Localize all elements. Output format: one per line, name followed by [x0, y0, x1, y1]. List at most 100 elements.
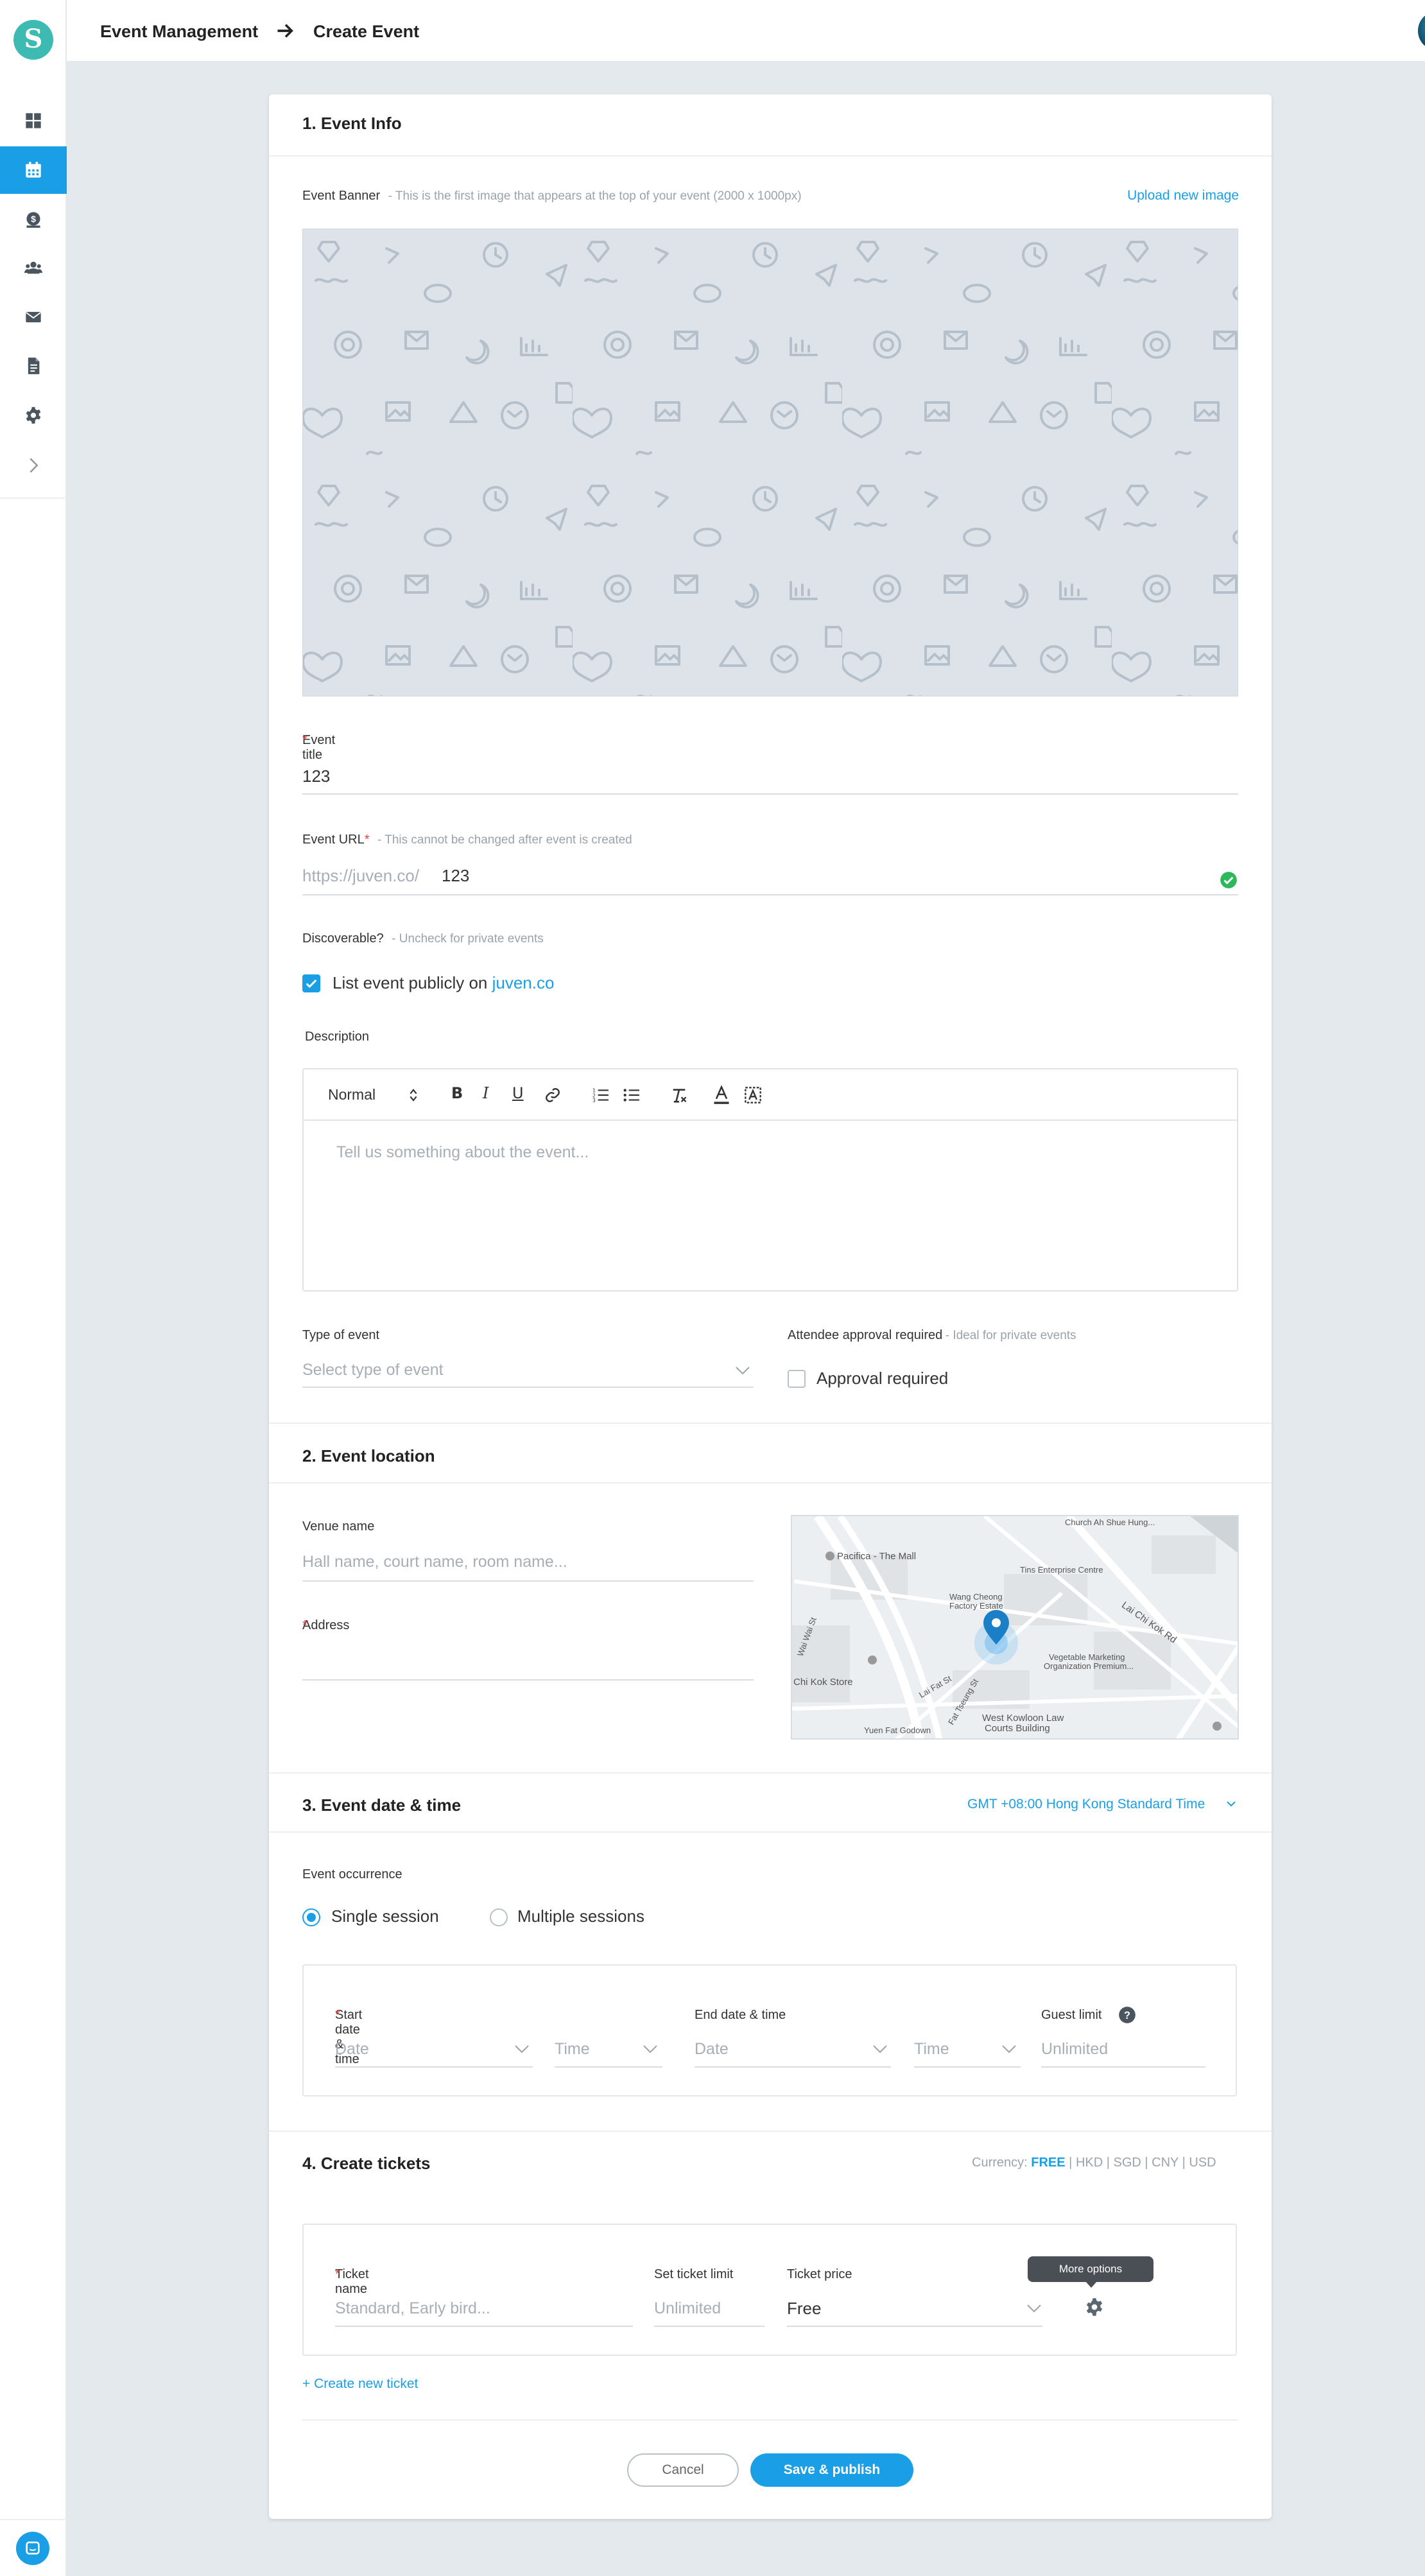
end-date-label: End date & time: [695, 2008, 786, 2022]
description-label: Description: [305, 1030, 370, 1044]
chat-button[interactable]: [16, 2532, 49, 2565]
chevron-right-icon: [30, 458, 39, 473]
start-date-input[interactable]: Date: [335, 2040, 369, 2059]
link-icon[interactable]: [544, 1087, 561, 1103]
ticket-box: Ticket name * Standard, Early bird... Set…: [302, 2224, 1237, 2356]
chevron-down-icon: [1227, 1801, 1236, 1807]
currency-separator: |: [1144, 2156, 1148, 2170]
mail-nav-item[interactable]: [0, 293, 67, 341]
map-label: Yuen Fat Godown: [864, 1725, 931, 1735]
clear-format-icon[interactable]: [670, 1087, 688, 1105]
banner-label: Event Banner: [302, 189, 381, 203]
guest-limit-label: Guest limit: [1041, 2008, 1102, 2022]
start-time-input[interactable]: Time: [555, 2040, 590, 2059]
approval-checkbox[interactable]: [788, 1370, 806, 1388]
avatar[interactable]: [1418, 11, 1425, 51]
bullet-list-icon[interactable]: [623, 1087, 641, 1103]
app-logo[interactable]: S: [13, 20, 53, 60]
format-select[interactable]: Normal: [328, 1086, 376, 1103]
ticket-limit-label: Set ticket limit: [654, 2267, 734, 2281]
description-editor[interactable]: Normal B I U 123 Tell us something about…: [302, 1068, 1238, 1292]
approval-checkbox-label: Approval required: [816, 1369, 949, 1388]
multiple-sessions-radio[interactable]: [490, 1908, 508, 1926]
event-banner-image[interactable]: [302, 229, 1238, 696]
divider: [269, 1772, 1272, 1774]
upload-new-image-link[interactable]: Upload new image: [1127, 188, 1239, 203]
chevron-down-icon: [1027, 2304, 1041, 2313]
svg-text:3: 3: [592, 1098, 596, 1103]
underline-button[interactable]: U: [512, 1084, 524, 1102]
editor-toolbar-divider: [304, 1119, 1237, 1121]
help-icon[interactable]: ?: [1118, 2006, 1136, 2024]
type-of-event-select[interactable]: Select type of event: [302, 1361, 444, 1379]
sidebar: S $: [0, 0, 67, 2576]
create-new-ticket-link[interactable]: + Create new ticket: [302, 2376, 418, 2392]
ticket-price-underline: [787, 2326, 1042, 2327]
payments-nav-item[interactable]: $: [0, 196, 67, 243]
chevron-down-icon: [736, 1367, 750, 1375]
bold-button[interactable]: B: [451, 1084, 463, 1102]
divider: [269, 2131, 1272, 2132]
settings-nav-item[interactable]: [0, 392, 67, 439]
section-title-datetime: 3. Event date & time: [302, 1795, 462, 1815]
currency-sgd[interactable]: SGD: [1114, 2156, 1141, 2170]
payments-icon: $: [26, 212, 40, 228]
single-session-radio[interactable]: [302, 1908, 320, 1926]
event-url-input[interactable]: 123: [442, 866, 469, 886]
ticket-limit-input[interactable]: Unlimited: [654, 2299, 721, 2318]
chevron-down-icon: [643, 2045, 657, 2053]
chat-icon: [26, 2541, 40, 2555]
address-underline: [302, 1679, 754, 1681]
section-title-location: 2. Event location: [302, 1446, 435, 1465]
currency-hkd[interactable]: HKD: [1076, 2156, 1103, 2170]
ordered-list-icon[interactable]: 123: [592, 1087, 610, 1103]
gear-icon[interactable]: [1085, 2297, 1104, 2317]
address-input[interactable]: [302, 1648, 754, 1676]
expand-sidebar-button[interactable]: [0, 442, 67, 489]
users-nav-item[interactable]: [0, 244, 67, 291]
radio-dot: [307, 1913, 316, 1922]
chevron-down-icon: [873, 2045, 887, 2053]
dashboard-nav-item[interactable]: [0, 97, 67, 144]
text-color-icon[interactable]: [712, 1085, 730, 1105]
italic-button[interactable]: I: [483, 1084, 488, 1102]
ticket-name-input[interactable]: Standard, Early bird...: [335, 2299, 490, 2318]
juven-link[interactable]: juven.co: [492, 973, 555, 992]
currency-usd[interactable]: USD: [1189, 2156, 1216, 2170]
approval-label-row: Attendee approval required - Ideal for p…: [788, 1328, 1076, 1343]
end-time-input[interactable]: Time: [914, 2040, 949, 2059]
svg-text:?: ?: [1124, 2010, 1130, 2021]
create-event-card: 1. Event Info Event Banner - This is the…: [269, 94, 1272, 2519]
required-mark: *: [302, 1618, 307, 1632]
breadcrumb-parent[interactable]: Event Management: [100, 22, 258, 42]
type-of-event-underline: [302, 1387, 754, 1388]
banner-label-row: Event Banner - This is the first image t…: [302, 189, 802, 203]
events-nav-item[interactable]: [0, 146, 67, 194]
more-options-tooltip: More options: [1028, 2256, 1153, 2282]
start-date-underline: [335, 2066, 533, 2068]
divider: [269, 1422, 1272, 1424]
event-title-input[interactable]: 123: [302, 766, 330, 786]
section-title-event-info: 1. Event Info: [302, 114, 402, 133]
event-title-underline: [302, 793, 1238, 795]
save-publish-button[interactable]: Save & publish: [750, 2453, 913, 2487]
guest-limit-input[interactable]: Unlimited: [1041, 2040, 1108, 2059]
svg-text:$: $: [31, 214, 36, 224]
background-color-icon[interactable]: [744, 1086, 762, 1104]
approval-note: - Ideal for private events: [945, 1329, 1076, 1342]
currency-separator: |: [1106, 2156, 1110, 2170]
list-publicly-checkbox[interactable]: [302, 974, 320, 992]
location-map[interactable]: Pacifica - The Mall Church Ah Shue Hung.…: [791, 1515, 1239, 1740]
venue-input[interactable]: Hall name, court name, room name...: [302, 1553, 567, 1571]
currency-free[interactable]: FREE: [1031, 2156, 1065, 2170]
cancel-button[interactable]: Cancel: [627, 2453, 739, 2487]
timezone-select[interactable]: GMT +08:00 Hong Kong Standard Time: [967, 1797, 1205, 1812]
ticket-price-select[interactable]: Free: [787, 2299, 821, 2319]
documents-nav-item[interactable]: [0, 342, 67, 390]
sidebar-divider: [0, 2519, 67, 2520]
check-circle-icon: [1220, 872, 1237, 888]
ticket-price-label: Ticket price: [787, 2267, 852, 2281]
currency-cny[interactable]: CNY: [1152, 2156, 1179, 2170]
url-prefix: https://juven.co/: [302, 866, 420, 885]
end-date-input[interactable]: Date: [695, 2040, 729, 2059]
